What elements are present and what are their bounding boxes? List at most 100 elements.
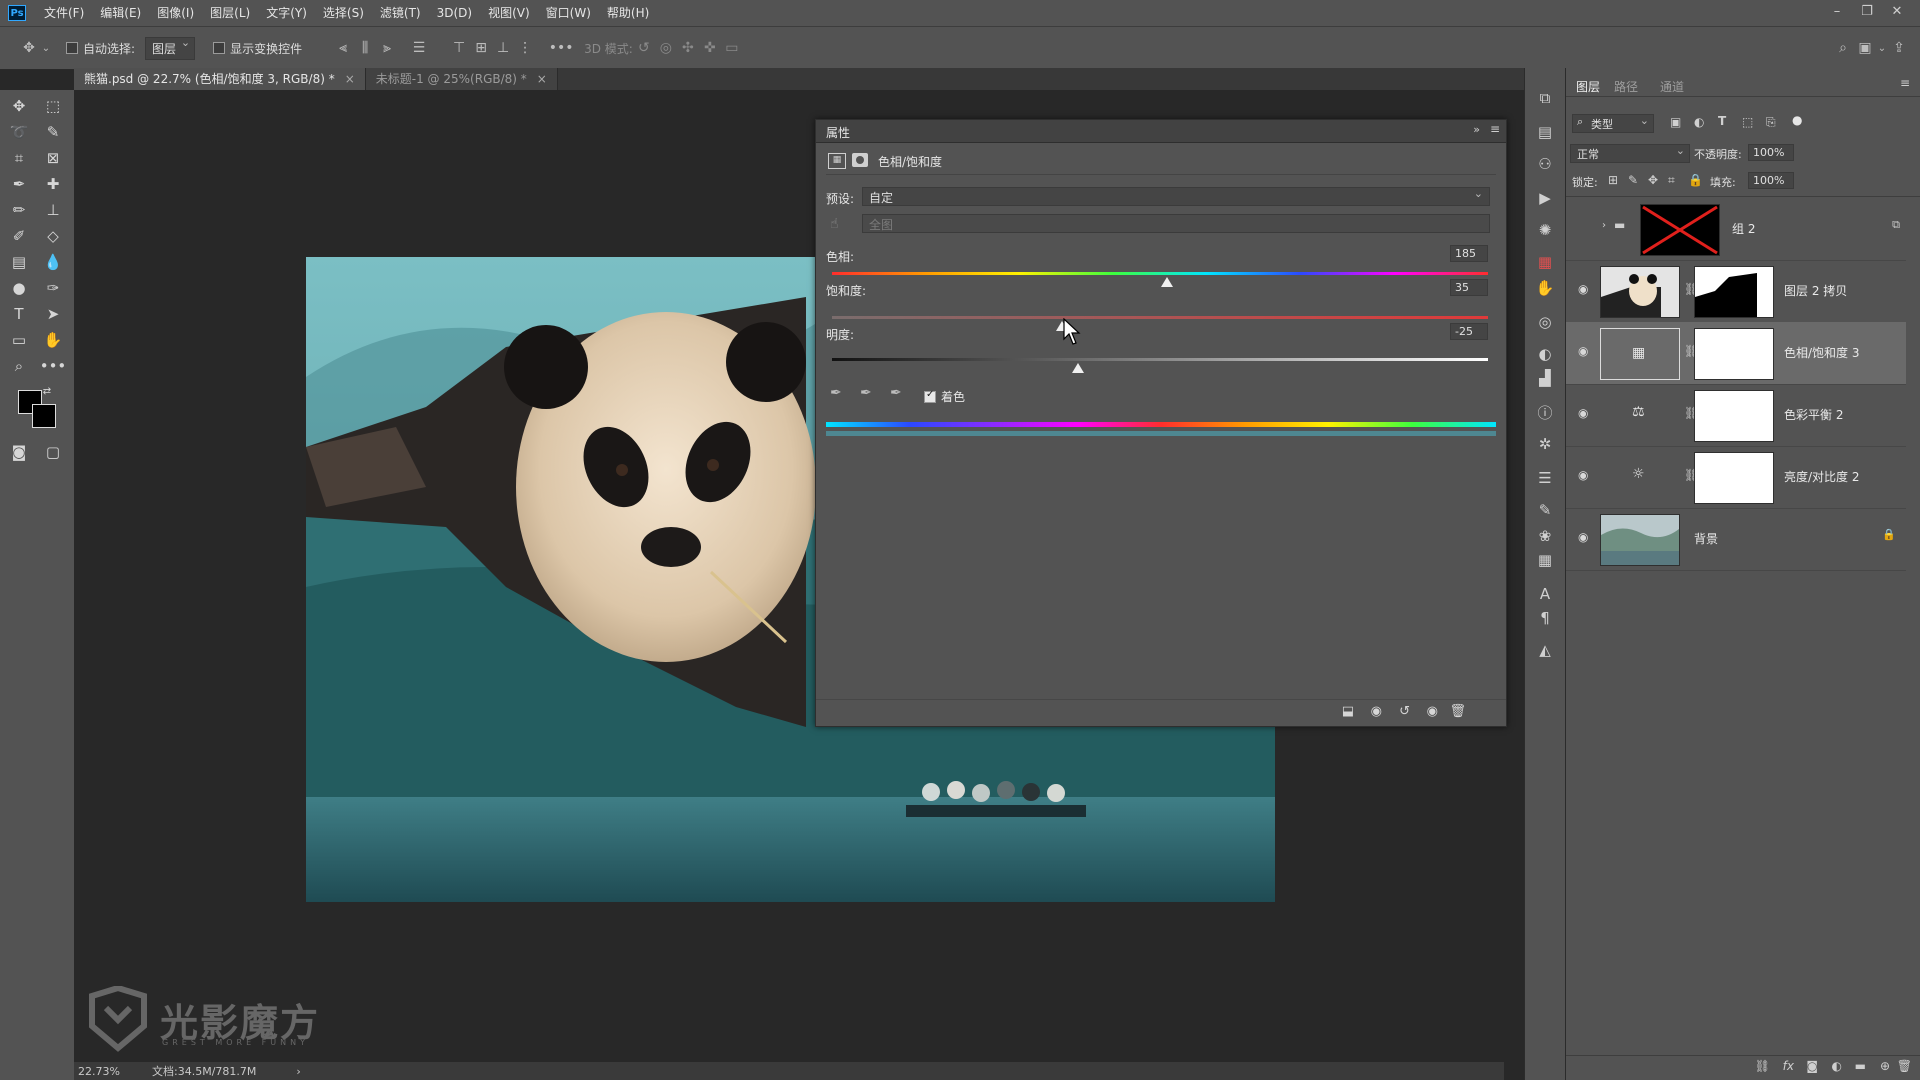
mask-icon[interactable] — [852, 153, 868, 167]
move-tool-icon[interactable]: ✥ — [6, 94, 32, 118]
align-bottom-icon[interactable]: ⊥ — [492, 37, 514, 59]
channel-dropdown[interactable]: 全图 — [862, 214, 1490, 233]
quick-select-tool-icon[interactable]: ✎ — [40, 120, 66, 144]
swatches-icon[interactable]: ▦ — [1535, 252, 1555, 272]
3d-pan-icon[interactable]: ✣ — [677, 37, 699, 59]
reset-icon[interactable]: ↺ — [1399, 704, 1410, 719]
align-right-icon[interactable]: ⫸ — [376, 37, 398, 59]
zoom-tool-icon[interactable]: ⌕ — [6, 354, 32, 378]
eyedropper-minus-icon[interactable]: ✒ — [890, 385, 902, 401]
menu-window[interactable]: 窗口(W) — [538, 0, 599, 26]
distribute-vertical-icon[interactable]: ⋮ — [514, 37, 536, 59]
chevron-down-icon[interactable]: ⌄ — [40, 37, 52, 59]
eyedropper-plus-icon[interactable]: ✒ — [860, 385, 872, 401]
menu-type[interactable]: 文字(Y) — [258, 0, 315, 26]
add-mask-icon[interactable]: ◙ — [1806, 1059, 1818, 1073]
brush-presets-icon[interactable]: ✎ — [1535, 500, 1555, 520]
lightness-slider-track[interactable] — [832, 358, 1488, 361]
minimize-icon[interactable]: – — [1822, 0, 1852, 26]
align-center-icon[interactable]: ⫼ — [354, 37, 376, 59]
menu-filter[interactable]: 滤镜(T) — [372, 0, 429, 26]
collapse-icon[interactable]: » — [1473, 123, 1480, 136]
hue-value-input[interactable]: 185 — [1450, 245, 1488, 262]
dodge-tool-icon[interactable]: ● — [6, 276, 32, 300]
menu-select[interactable]: 选择(S) — [315, 0, 372, 26]
preset-dropdown[interactable]: 自定 ⌄ — [862, 187, 1490, 206]
close-icon[interactable]: × — [345, 72, 355, 86]
layer-hue-saturation-3[interactable]: ◉ ▦ ⛓ 色相/饱和度 3 — [1566, 322, 1906, 385]
creative-cloud-icon[interactable]: ◎ — [1535, 312, 1555, 332]
tab-paths[interactable]: 路径 — [1614, 78, 1638, 95]
properties-icon[interactable]: ▤ — [1535, 122, 1555, 142]
brush-settings-icon[interactable]: ✋ — [1535, 278, 1555, 298]
gradient-tool-icon[interactable]: ▤ — [6, 250, 32, 274]
align-top-icon[interactable]: ⊤ — [448, 37, 470, 59]
filter-toggle-icon[interactable]: ● — [1792, 113, 1802, 127]
restore-icon[interactable]: ❐ — [1852, 0, 1882, 26]
healing-tool-icon[interactable]: ✚ — [40, 172, 66, 196]
frame-tool-icon[interactable]: ⊠ — [40, 146, 66, 170]
adjustment-icon[interactable]: ▦ — [828, 153, 846, 169]
eyedropper-icon[interactable]: ✒ — [830, 385, 842, 401]
saturation-slider-track[interactable] — [832, 316, 1488, 319]
align-left-icon[interactable]: ⫷ — [332, 37, 354, 59]
show-transform-checkbox[interactable]: 显示变换控件 — [213, 40, 302, 57]
new-layer-icon[interactable]: ⊕ — [1880, 1059, 1890, 1073]
tab-panda-psd[interactable]: 熊猫.psd @ 22.7% (色相/饱和度 3, RGB/8) * × — [74, 68, 366, 90]
channels-sliders-icon[interactable]: ☰ — [1535, 468, 1555, 488]
history-brush-tool-icon[interactable]: ✐ — [6, 224, 32, 248]
navigator-icon[interactable]: ✲ — [1535, 434, 1555, 454]
crop-tool-icon[interactable]: ⌗ — [6, 146, 32, 170]
link-layers-icon[interactable]: ⛓ — [1755, 1059, 1770, 1073]
swap-colors-icon[interactable]: ⇄ — [40, 384, 54, 398]
character-icon[interactable]: A — [1535, 584, 1555, 604]
visibility-eye-icon[interactable]: ◉ — [1427, 704, 1438, 719]
lightness-slider-thumb[interactable] — [1072, 363, 1084, 373]
close-icon[interactable]: ✕ — [1882, 0, 1912, 26]
more-icon[interactable]: ••• — [549, 37, 574, 59]
layer-color-balance-2[interactable]: ◉ ⚖ ⛓ 色彩平衡 2 — [1566, 384, 1906, 447]
3d-slide-icon[interactable]: ✜ — [699, 37, 721, 59]
menu-help[interactable]: 帮助(H) — [599, 0, 657, 26]
type-tool-icon[interactable]: T — [6, 302, 32, 326]
screen-mode-icon[interactable]: ▢ — [40, 440, 66, 464]
grid-icon[interactable]: ▦ — [1535, 550, 1555, 570]
stamp-tool-icon[interactable]: ⊥ — [40, 198, 66, 222]
lock-artboard-icon[interactable]: ⌗ — [1668, 173, 1675, 188]
filter-adjustment-icon[interactable]: ◐ — [1694, 115, 1704, 129]
lasso-tool-icon[interactable]: ➰ — [6, 120, 32, 144]
colorize-checkbox[interactable]: 着色 — [924, 388, 965, 405]
lock-all-icon[interactable]: 🔒 — [1688, 173, 1703, 187]
adjustments-icon[interactable]: ◐ — [1535, 344, 1555, 364]
blur-tool-icon[interactable]: 💧 — [40, 250, 66, 274]
tab-channels[interactable]: 通道 — [1660, 78, 1684, 95]
share-icon[interactable]: ⇪ — [1888, 37, 1910, 59]
paragraph-icon[interactable]: ¶ — [1535, 608, 1555, 628]
visibility-eye-icon[interactable]: ◉ — [1578, 282, 1592, 296]
filter-pixel-icon[interactable]: ▣ — [1670, 115, 1681, 129]
menu-file[interactable]: 文件(F) — [36, 0, 92, 26]
distribute-icon[interactable]: ☰ — [408, 37, 430, 59]
brightness-icon[interactable]: ✺ — [1535, 220, 1555, 240]
new-group-icon[interactable]: ▬ — [1855, 1059, 1866, 1073]
hue-slider-track[interactable] — [832, 272, 1488, 275]
search-icon[interactable]: ⌕ — [1832, 37, 1854, 59]
menu-image[interactable]: 图像(I) — [149, 0, 202, 26]
layer-group-2[interactable]: › ▬ 组 2 ⧉ — [1566, 198, 1906, 261]
saturation-value-input[interactable]: 35 — [1450, 279, 1488, 296]
layer-filter-dropdown[interactable]: ⌕ 类型 ⌄ — [1572, 114, 1654, 133]
new-adjustment-icon[interactable]: ◐ — [1832, 1059, 1842, 1073]
view-previous-icon[interactable]: ◉ — [1371, 704, 1382, 719]
visibility-eye-icon[interactable]: ◉ — [1578, 530, 1592, 544]
chevron-down-icon[interactable]: ⌄ — [1876, 37, 1888, 59]
clip-to-layer-icon[interactable]: ⬓ — [1342, 704, 1354, 719]
fill-input[interactable]: 100% — [1748, 172, 1794, 189]
history-icon[interactable]: ⧉ — [1535, 88, 1555, 108]
workspace-icon[interactable]: ▣ — [1854, 37, 1876, 59]
libraries-icon[interactable]: ⚇ — [1535, 154, 1555, 174]
blend-mode-dropdown[interactable]: 正常 ⌄ — [1570, 144, 1690, 163]
3d-camera-icon[interactable]: ▭ — [721, 37, 743, 59]
menu-3d[interactable]: 3D(D) — [429, 0, 480, 26]
move-tool-icon[interactable]: ✥ — [18, 37, 40, 59]
menu-edit[interactable]: 编辑(E) — [92, 0, 149, 26]
